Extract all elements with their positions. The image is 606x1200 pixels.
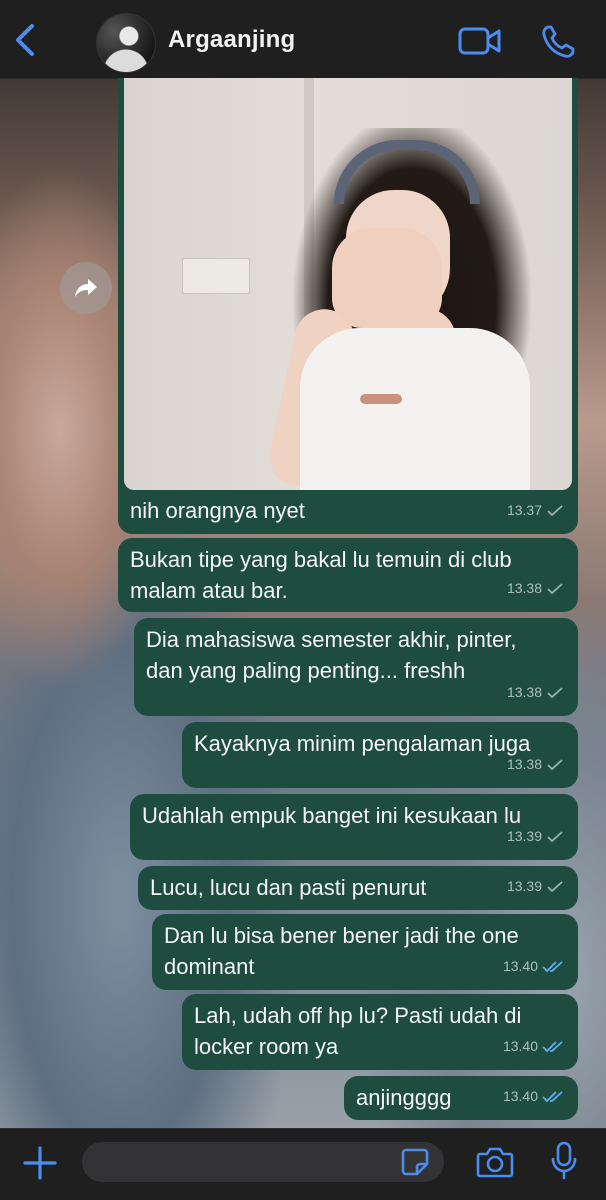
- plus-icon[interactable]: [22, 1145, 58, 1181]
- camera-icon[interactable]: [476, 1145, 514, 1179]
- read-ticks-icon: [542, 960, 563, 972]
- message-time: 13.39: [506, 828, 542, 844]
- message-text: Lah, udah off hp lu? Pasti udah di locke…: [194, 1003, 522, 1059]
- message-meta: 13.38: [507, 749, 564, 780]
- message-text: Dan lu bisa bener bener jadi the one dom…: [164, 923, 519, 979]
- photo-attachment[interactable]: [124, 78, 572, 490]
- message-bubble[interactable]: anjingggg 13.40: [344, 1076, 578, 1120]
- message-bubble[interactable]: Kayaknya minim pengalaman juga 13.38: [182, 722, 578, 788]
- chevron-left-icon[interactable]: [12, 22, 40, 58]
- message-time: 13.40: [502, 958, 538, 974]
- message-meta: 13.38: [507, 573, 564, 604]
- sent-tick-icon: [547, 758, 563, 770]
- photo-bracelet: [360, 394, 402, 404]
- image-caption-row: nih orangnya nyet 13.37: [118, 490, 578, 534]
- photo-shirt: [300, 328, 530, 490]
- message-time: 13.39: [506, 878, 542, 894]
- read-ticks-icon: [542, 1090, 563, 1102]
- message-bubble[interactable]: Dia mahasiswa semester akhir, pinter, da…: [134, 618, 578, 716]
- video-camera-icon[interactable]: [458, 26, 502, 56]
- message-text: Bukan tipe yang bakal lu temuin di club …: [130, 547, 512, 603]
- message-meta: 13.38: [507, 677, 564, 708]
- message-meta: 13.39: [507, 821, 564, 852]
- message-text: Udahlah empuk banget ini kesukaan lu: [142, 803, 522, 828]
- message-time: 13.38: [506, 684, 542, 700]
- message-meta: 13.40: [503, 951, 564, 982]
- message-bubble[interactable]: Udahlah empuk banget ini kesukaan lu 13.…: [130, 794, 578, 860]
- message-text: anjingggg: [356, 1085, 452, 1110]
- message-bubble[interactable]: Lah, udah off hp lu? Pasti udah di locke…: [182, 994, 578, 1070]
- chat-screen: Argaanjing nih orangnya nyet 13.37 Bukan…: [0, 0, 606, 1200]
- message-time: 13.40: [502, 1038, 538, 1054]
- message-input[interactable]: [82, 1142, 444, 1182]
- message-time: 13.38: [506, 580, 542, 596]
- message-meta: 13.37: [507, 495, 564, 526]
- sent-tick-icon: [547, 880, 563, 892]
- message-meta: 13.40: [503, 1031, 564, 1062]
- message-time: 13.40: [502, 1088, 538, 1104]
- message-text: Lucu, lucu dan pasti penurut: [150, 875, 427, 900]
- sent-tick-icon: [547, 830, 563, 842]
- forward-button[interactable]: [60, 262, 112, 314]
- message-meta: 13.39: [507, 871, 564, 902]
- message-composer: [0, 1128, 606, 1200]
- message-bubble[interactable]: Lucu, lucu dan pasti penurut 13.39: [138, 866, 578, 910]
- sent-tick-icon: [547, 686, 563, 698]
- microphone-icon[interactable]: [550, 1141, 578, 1181]
- message-time: 13.37: [506, 502, 542, 518]
- avatar[interactable]: [96, 13, 156, 73]
- contact-name[interactable]: Argaanjing: [168, 26, 295, 54]
- sent-tick-icon: [547, 582, 563, 594]
- sent-tick-icon: [547, 504, 563, 516]
- read-ticks-icon: [542, 1040, 563, 1052]
- photo-light-switch: [182, 258, 250, 294]
- phone-icon[interactable]: [540, 24, 576, 60]
- photo-hands: [332, 228, 442, 328]
- sticker-icon[interactable]: [400, 1147, 430, 1177]
- forward-arrow-icon: [75, 279, 97, 297]
- message-text: Kayaknya minim pengalaman juga: [194, 731, 531, 756]
- message-time: 13.38: [506, 756, 542, 772]
- message-text: Dia mahasiswa semester akhir, pinter, da…: [146, 627, 517, 683]
- chat-header: Argaanjing: [0, 0, 606, 79]
- image-caption: nih orangnya nyet: [130, 498, 305, 523]
- image-message[interactable]: nih orangnya nyet 13.37: [118, 78, 578, 534]
- message-meta: 13.40: [503, 1081, 564, 1112]
- message-bubble[interactable]: Dan lu bisa bener bener jadi the one dom…: [152, 914, 578, 990]
- message-bubble[interactable]: Bukan tipe yang bakal lu temuin di club …: [118, 538, 578, 612]
